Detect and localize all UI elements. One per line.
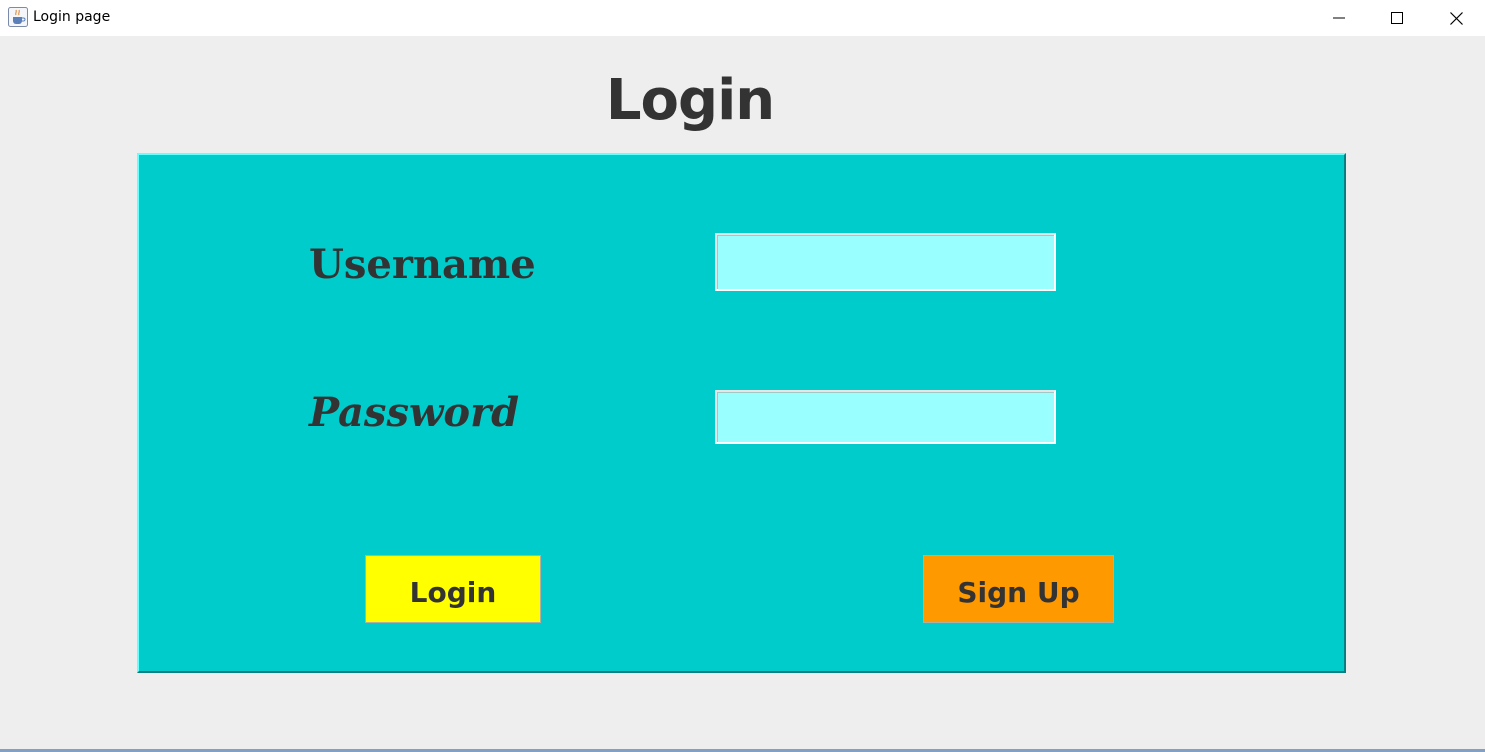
signup-button[interactable]: Sign Up bbox=[923, 555, 1114, 623]
window-title: Login page bbox=[33, 9, 111, 25]
page-title: Login bbox=[605, 68, 775, 133]
maximize-icon bbox=[1391, 12, 1403, 24]
maximize-button[interactable] bbox=[1368, 0, 1426, 36]
java-cup-icon bbox=[8, 7, 28, 27]
login-button[interactable]: Login bbox=[365, 555, 541, 623]
login-window: Login page Login Username Password Login… bbox=[0, 0, 1485, 752]
password-label: Password bbox=[309, 389, 520, 436]
close-icon bbox=[1449, 11, 1463, 25]
login-panel: Username Password Login Sign Up bbox=[137, 153, 1346, 673]
close-button[interactable] bbox=[1427, 0, 1485, 36]
username-label: Username bbox=[309, 241, 536, 288]
password-input[interactable] bbox=[715, 390, 1056, 444]
title-bar[interactable]: Login page bbox=[0, 0, 1485, 36]
username-input[interactable] bbox=[715, 233, 1056, 291]
minimize-button[interactable] bbox=[1310, 0, 1368, 36]
minimize-icon bbox=[1333, 17, 1345, 19]
